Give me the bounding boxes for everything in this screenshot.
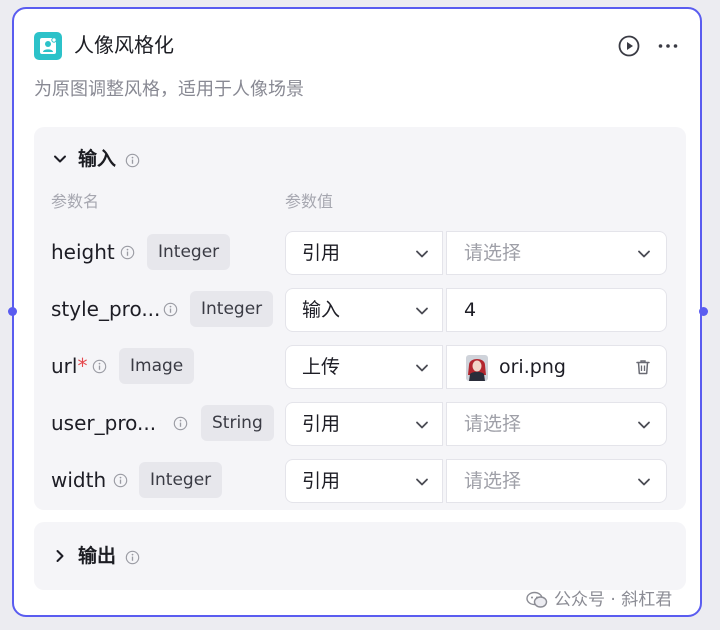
- chevron-down-icon: [416, 421, 428, 429]
- info-icon[interactable]: [113, 473, 128, 492]
- type-tag: String: [201, 405, 274, 441]
- type-tag: Image: [119, 348, 195, 384]
- input-section-title: 输入: [78, 146, 116, 172]
- source-value: 输入: [302, 299, 341, 321]
- output-section: 输出: [34, 522, 686, 590]
- value-placeholder: 请选择: [464, 413, 522, 435]
- param-name: width: [51, 468, 107, 492]
- play-circle-icon: [618, 35, 640, 57]
- source-value: 引用: [302, 242, 341, 264]
- file-name: ori.png: [499, 356, 566, 378]
- user-portrait-icon: [34, 32, 62, 60]
- chevron-down-icon: [638, 421, 650, 429]
- column-header-name: 参数名: [51, 192, 100, 211]
- delete-file-button[interactable]: [634, 358, 652, 380]
- param-row-height: height Integer 引用 请选择: [34, 231, 686, 275]
- output-section-title: 输出: [78, 543, 116, 569]
- wechat-icon: [526, 591, 548, 608]
- info-icon[interactable]: [173, 416, 188, 435]
- type-tag: Integer: [139, 462, 223, 498]
- info-icon[interactable]: [120, 245, 135, 264]
- param-name: url*: [51, 354, 88, 378]
- info-icon[interactable]: [163, 302, 178, 321]
- param-row-user-prompt: user_pro... String 引用 请选择: [34, 402, 686, 446]
- chevron-down-icon: [638, 250, 650, 258]
- watermark-text: 公众号 · 斜杠君: [554, 590, 673, 610]
- info-icon[interactable]: [125, 550, 140, 569]
- more-icon: [658, 44, 678, 48]
- input-section: 输入 参数名 参数值 height Integer 引用 请选择 style_p…: [34, 127, 686, 510]
- info-icon[interactable]: [125, 153, 140, 172]
- input-title-text: 输入: [78, 148, 117, 170]
- param-row-url: url* Image 上传 ori.png: [34, 345, 686, 389]
- param-name: user_pro...: [51, 411, 157, 435]
- value-select[interactable]: 请选择: [446, 231, 667, 275]
- source-select[interactable]: 引用: [285, 402, 443, 446]
- chevron-down-icon: [416, 478, 428, 486]
- param-name: style_pro...: [51, 297, 161, 321]
- plugin-node-card[interactable]: 人像风格化 为原图调整风格，适用于人像场景 输入 参数名 参数值 height …: [12, 7, 702, 617]
- chevron-down-icon: [416, 307, 428, 315]
- info-icon[interactable]: [92, 359, 107, 378]
- param-row-style-prompt: style_pro... Integer 输入 4: [34, 288, 686, 332]
- output-expand-toggle[interactable]: [52, 544, 68, 568]
- column-header-value: 参数值: [285, 192, 334, 211]
- output-connector-handle[interactable]: [699, 307, 708, 316]
- value-input[interactable]: 4: [446, 288, 667, 332]
- value-placeholder: 请选择: [464, 470, 522, 492]
- run-button[interactable]: [616, 33, 642, 59]
- chevron-down-icon: [638, 478, 650, 486]
- source-select[interactable]: 引用: [285, 459, 443, 503]
- source-value: 引用: [302, 470, 341, 492]
- node-title: 人像风格化: [74, 33, 174, 57]
- output-title-text: 输出: [78, 545, 117, 567]
- source-select[interactable]: 上传: [285, 345, 443, 389]
- chevron-right-icon: [56, 550, 64, 562]
- image-thumbnail: [466, 355, 488, 381]
- value-text: 4: [464, 299, 477, 321]
- type-tag: Integer: [147, 234, 231, 270]
- value-select[interactable]: 请选择: [446, 402, 667, 446]
- input-connector-handle[interactable]: [8, 307, 17, 316]
- chevron-down-icon: [416, 364, 428, 372]
- param-name: height: [51, 240, 115, 264]
- required-mark: *: [77, 354, 88, 378]
- value-select[interactable]: 请选择: [446, 459, 667, 503]
- value-placeholder: 请选择: [464, 242, 522, 264]
- chevron-down-icon: [416, 250, 428, 258]
- param-row-width: width Integer 引用 请选择: [34, 459, 686, 503]
- type-tag: Integer: [190, 291, 274, 327]
- more-options-button[interactable]: [655, 33, 681, 59]
- source-value: 引用: [302, 413, 341, 435]
- source-select[interactable]: 引用: [285, 231, 443, 275]
- source-select[interactable]: 输入: [285, 288, 443, 332]
- uploaded-file-field[interactable]: ori.png: [446, 345, 667, 389]
- trash-icon: [636, 360, 650, 375]
- node-description: 为原图调整风格，适用于人像场景: [34, 79, 304, 100]
- watermark: 公众号 · 斜杠君: [526, 588, 672, 612]
- source-value: 上传: [302, 356, 341, 378]
- chevron-down-icon: [54, 155, 66, 163]
- input-collapse-toggle[interactable]: [52, 147, 68, 171]
